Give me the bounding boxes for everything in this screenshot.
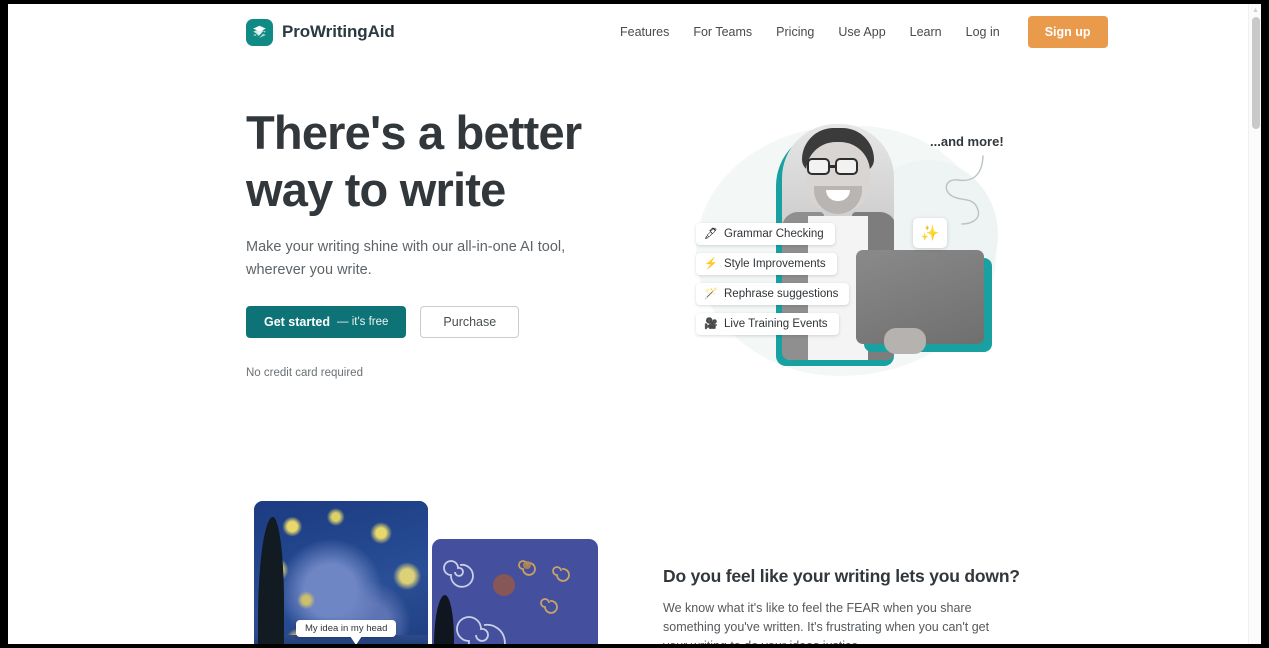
main-navigation: Features For Teams Pricing Use App Learn…: [608, 16, 1108, 48]
scroll-up-arrow-icon[interactable]: ▲: [1252, 7, 1259, 14]
section-two-copy: Do you feel like your writing lets you d…: [663, 566, 1020, 644]
page-viewport: ProWritingAid Features For Teams Pricing…: [8, 4, 1261, 644]
hero-actions: Get started — it's free Purchase: [246, 306, 626, 338]
feature-chip-label: Grammar Checking: [724, 228, 824, 240]
hero-title-line-2: way to write: [246, 163, 506, 216]
art-caption-bubble: My idea in my head: [296, 620, 397, 637]
glasses-bridge: [830, 165, 835, 168]
nav-item-use-app[interactable]: Use App: [826, 19, 897, 45]
and-more-label: ...and more!: [930, 134, 1004, 149]
quill-pen-icon: 🖋: [704, 227, 718, 240]
hero-title: There's a better way to write: [246, 104, 626, 218]
feature-chip-label: Rephrase suggestions: [724, 288, 839, 300]
sign-up-button[interactable]: Sign up: [1027, 16, 1108, 48]
hero-disclaimer: No credit card required: [246, 367, 363, 379]
feature-chip-label: Style Improvements: [724, 258, 826, 270]
hero-subtitle: Make your writing shine with our all-in-…: [246, 239, 566, 278]
page-content: ProWritingAid Features For Teams Pricing…: [8, 4, 1248, 644]
glasses-lens-right: [835, 158, 858, 175]
video-camera-icon: 🎥: [704, 317, 718, 330]
get-started-button[interactable]: Get started — it's free: [246, 306, 407, 338]
feature-chip-live-training-events[interactable]: 🎥 Live Training Events: [696, 313, 839, 335]
nav-item-learn[interactable]: Learn: [898, 19, 954, 45]
section-two-title: Do you feel like your writing lets you d…: [663, 566, 1020, 586]
scrollbar-thumb[interactable]: [1252, 17, 1260, 129]
childlike-swirls: [443, 560, 570, 644]
get-started-note: — it's free: [337, 316, 389, 328]
site-header: ProWritingAid Features For Teams Pricing…: [8, 4, 1248, 60]
nav-item-pricing[interactable]: Pricing: [764, 19, 826, 45]
hero-title-line-1: There's a better: [246, 106, 582, 159]
browser-window: ProWritingAid Features For Teams Pricing…: [0, 0, 1269, 648]
nav-item-features[interactable]: Features: [608, 19, 681, 45]
feature-chip-grammar-checking[interactable]: 🖋 Grammar Checking: [696, 223, 835, 245]
purchase-button[interactable]: Purchase: [420, 306, 520, 338]
nav-item-for-teams[interactable]: For Teams: [681, 19, 764, 45]
hero-section: There's a better way to write Make your …: [8, 60, 1248, 480]
magic-wand-icon: 🪄: [704, 287, 718, 300]
feature-chip-list: 🖋 Grammar Checking ⚡ Style Improvements …: [696, 223, 850, 335]
feature-chip-style-improvements[interactable]: ⚡ Style Improvements: [696, 253, 837, 275]
hero-illustration: ✨ ...and more! 🖋 Grammar Checking ⚡ Styl…: [668, 100, 1028, 420]
person-hand: [884, 328, 926, 354]
feature-chip-label: Live Training Events: [724, 318, 828, 330]
feature-chip-rephrase-suggestions[interactable]: 🪄 Rephrase suggestions: [696, 283, 850, 305]
nav-item-log-in[interactable]: Log in: [954, 19, 1012, 45]
prowritingaid-logo-icon: [246, 18, 273, 46]
lightning-bolt-icon: ⚡: [704, 257, 718, 270]
glasses-lens-left: [807, 158, 830, 175]
section-two-body: We know what it's like to feel the FEAR …: [663, 601, 990, 644]
get-started-label: Get started: [264, 315, 330, 329]
hero-copy: There's a better way to write Make your …: [246, 104, 626, 379]
brand-name: ProWritingAid: [282, 22, 395, 41]
art-caption-bubble-tail: [350, 636, 362, 644]
curved-arrow-icon: [945, 155, 984, 225]
vertical-scrollbar[interactable]: ▲: [1248, 4, 1261, 644]
writing-lets-you-down-section: My idea in my head Do you feel like your…: [8, 480, 1248, 644]
childlike-starry-night-panel: [432, 539, 598, 644]
brand-logo-link[interactable]: ProWritingAid: [246, 18, 395, 46]
